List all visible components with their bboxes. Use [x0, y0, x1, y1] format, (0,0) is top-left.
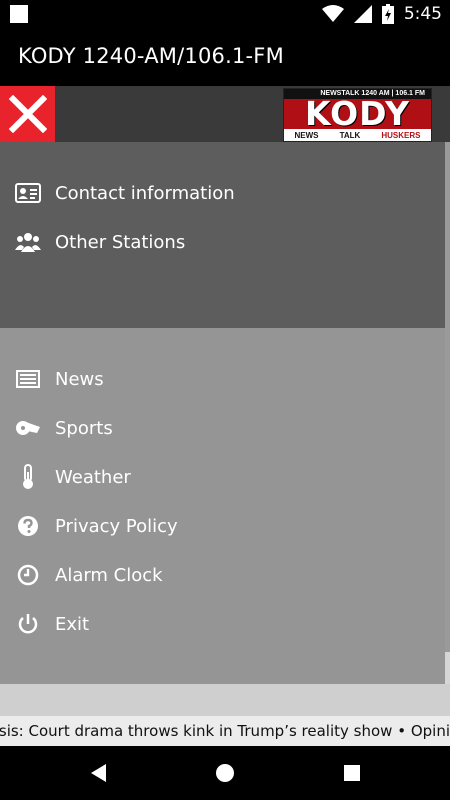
menu-label: Sports — [55, 417, 113, 439]
system-nav-bar — [0, 746, 450, 800]
back-button[interactable] — [86, 761, 110, 785]
scrollbar-thumb[interactable] — [445, 142, 450, 652]
menu-label: News — [55, 368, 104, 390]
menu-label: Privacy Policy — [55, 515, 178, 537]
notification-icon — [10, 5, 28, 23]
status-icons: 5:45 — [321, 3, 442, 25]
newspaper-icon — [14, 365, 42, 393]
menu-item-news[interactable]: News — [0, 357, 445, 401]
menu-item-other-stations[interactable]: Other Stations — [0, 220, 445, 264]
menu-item-sports[interactable]: Sports — [0, 406, 445, 450]
whistle-icon — [14, 414, 42, 442]
drawer-top-section: Contact information Other Stations — [0, 142, 445, 328]
power-icon — [14, 610, 42, 638]
clock-icon — [14, 561, 42, 589]
recents-button[interactable] — [340, 761, 364, 785]
menu-label: Contact information — [55, 182, 235, 204]
signal-icon — [353, 5, 372, 23]
question-icon — [14, 512, 42, 540]
news-ticker[interactable]: ysis: Court drama throws kink in Trump’s… — [0, 716, 450, 746]
back-icon — [91, 764, 106, 782]
logo-wordmark: KODY — [284, 97, 431, 130]
logo-talk: TALK — [339, 131, 361, 140]
menu-label: Other Stations — [55, 231, 186, 253]
app-title: KODY 1240-AM/106.1-FM — [18, 44, 284, 68]
logo-huskers: HUSKERS — [381, 131, 421, 140]
status-time: 5:45 — [403, 4, 442, 24]
drawer-header: NEWSTALK 1240 AM | 106.1 FM KODY NEWS TA… — [0, 86, 450, 142]
app-bar: KODY 1240-AM/106.1-FM — [0, 28, 450, 86]
battery-icon — [381, 4, 394, 24]
recents-icon — [344, 765, 360, 781]
menu-item-contact-information[interactable]: Contact information — [0, 171, 445, 215]
close-button[interactable] — [0, 86, 55, 142]
menu-item-exit[interactable]: Exit — [0, 602, 445, 646]
close-icon — [8, 95, 47, 133]
logo-subline: NEWS TALK HUSKERS — [284, 131, 431, 141]
drawer-footer — [0, 684, 450, 716]
menu-label: Weather — [55, 466, 131, 488]
menu-item-privacy-policy[interactable]: Privacy Policy — [0, 504, 445, 548]
menu-label: Exit — [55, 613, 90, 635]
drawer-main-section: News Sports Weather Privacy Policy Alarm… — [0, 328, 445, 684]
contact-card-icon — [14, 179, 42, 207]
menu-item-weather[interactable]: Weather — [0, 455, 445, 499]
home-button[interactable] — [213, 761, 237, 785]
menu-label: Alarm Clock — [55, 564, 163, 586]
thermometer-icon — [14, 463, 42, 491]
home-icon — [216, 764, 234, 782]
group-icon — [14, 228, 42, 256]
ticker-text: ysis: Court drama throws kink in Trump’s… — [0, 722, 450, 740]
wifi-icon — [321, 5, 344, 22]
logo-news: NEWS — [294, 131, 319, 140]
menu-item-alarm-clock[interactable]: Alarm Clock — [0, 553, 445, 597]
status-bar: 5:45 — [0, 0, 450, 28]
station-logo: NEWSTALK 1240 AM | 106.1 FM KODY NEWS TA… — [283, 88, 432, 142]
